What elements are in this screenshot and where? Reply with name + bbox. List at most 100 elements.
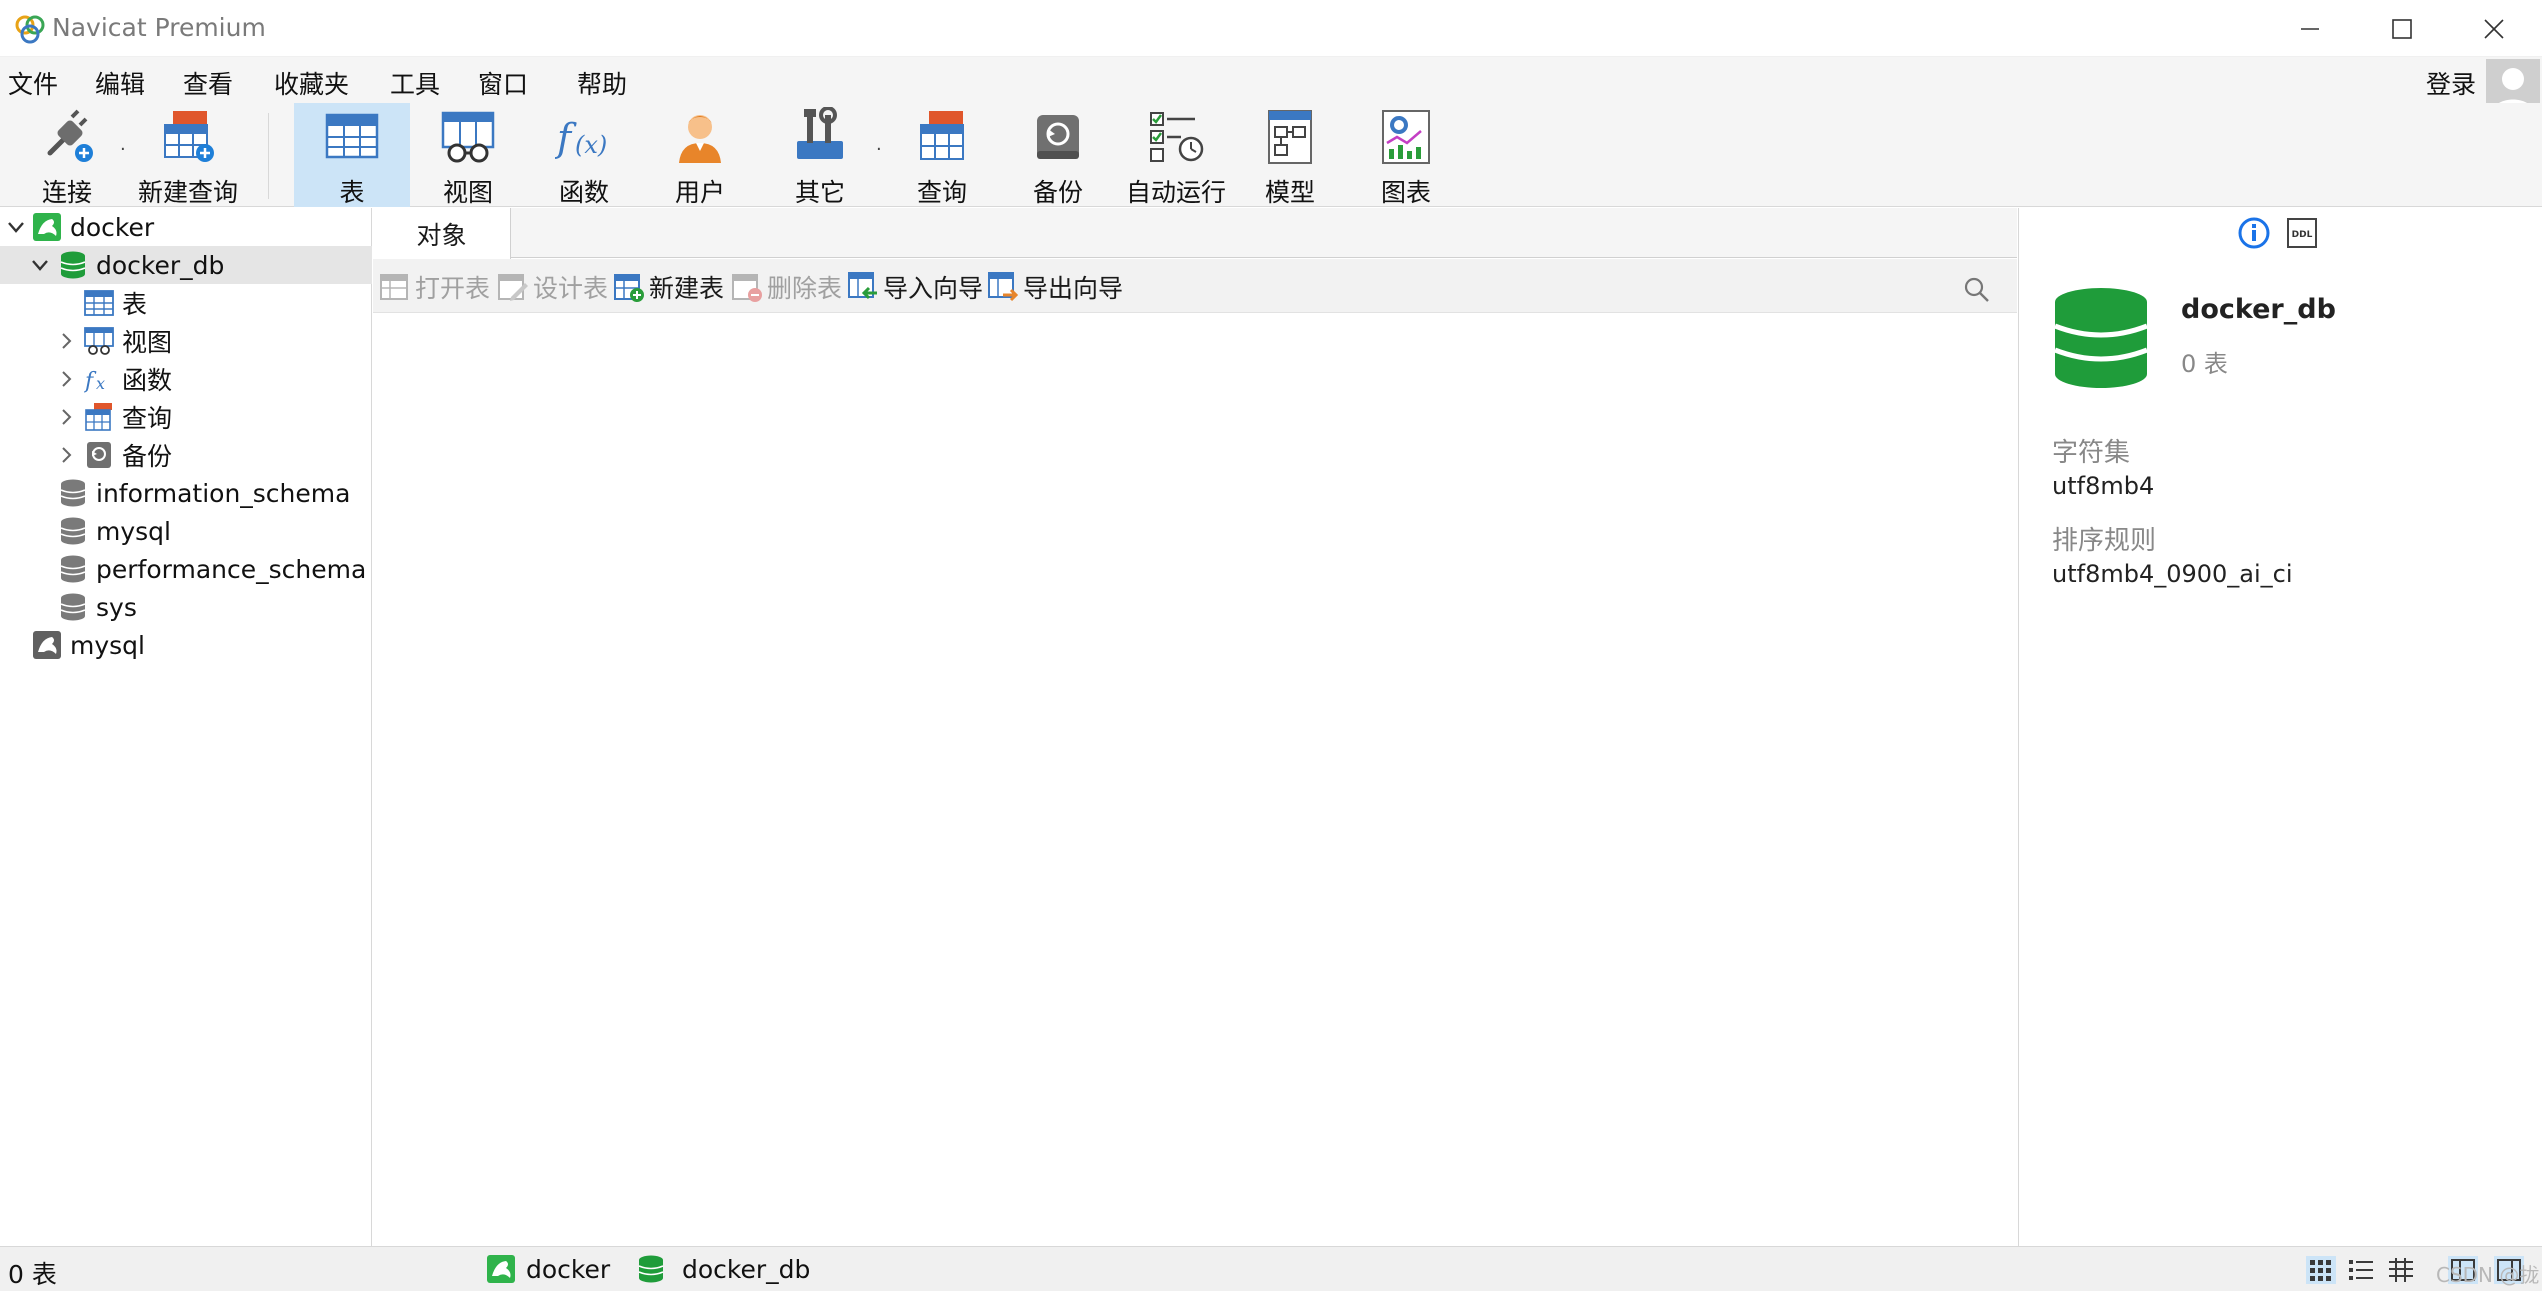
table-label: 表 [339, 178, 365, 207]
menu-window[interactable]: 窗口 [478, 65, 528, 101]
tree-connection-label: mysql [70, 630, 145, 660]
tree-database-information-schema[interactable]: information_schema [0, 474, 372, 512]
view-label: 视图 [442, 178, 493, 207]
tree-item-functions[interactable]: f x 函数 [0, 360, 372, 398]
open-table-icon [380, 274, 408, 300]
search-icon[interactable] [1963, 276, 1991, 304]
backup-icon [87, 442, 111, 468]
tree-item-label: 表 [122, 290, 148, 319]
backup-label: 备份 [1032, 178, 1083, 207]
backup-icon [1037, 115, 1079, 159]
menu-favorites[interactable]: 收藏夹 [274, 65, 349, 101]
menu-help[interactable]: 帮助 [577, 65, 627, 101]
mysql-connection-icon [33, 213, 61, 241]
open-table-label: 打开表 [415, 274, 491, 303]
new-table-button[interactable]: 新建表 [613, 269, 724, 305]
new-table-label: 新建表 [649, 274, 725, 303]
connect-dropdown-icon[interactable]: · [120, 139, 126, 160]
chart-button[interactable]: 图表 [1370, 103, 1442, 207]
other-dropdown-icon[interactable]: · [876, 139, 882, 160]
maximize-button[interactable] [2356, 0, 2448, 57]
user-button[interactable]: 用户 [664, 103, 736, 207]
query-label: 查询 [916, 178, 967, 207]
database-green-icon [60, 251, 86, 279]
tree-database-label: sys [96, 592, 137, 622]
tree-database-performance-schema[interactable]: performance_schema [0, 550, 372, 588]
close-icon [2484, 18, 2504, 39]
tree-database-label: information_schema [96, 478, 351, 508]
tree-database-mysql[interactable]: mysql [0, 512, 372, 550]
login-link[interactable]: 登录 [2426, 65, 2476, 101]
connect-button[interactable]: 连接 [28, 103, 106, 207]
tree-item-queries[interactable]: 查询 [0, 398, 372, 436]
watermark-text: CSDN @拢岚 [2436, 1263, 2540, 1287]
tree-database-docker-db[interactable]: docker_db [0, 246, 372, 284]
tree-connection-mysql[interactable]: mysql [0, 626, 372, 664]
function-button[interactable]: f (x) 函数 [548, 103, 620, 207]
new-query-button[interactable]: 新建查询 [138, 103, 238, 207]
design-table-button[interactable]: 设计表 [497, 269, 608, 305]
tools-icon [797, 107, 843, 159]
table-button[interactable]: 表 [294, 103, 410, 207]
query-icon [85, 403, 112, 431]
function-label: 函数 [558, 178, 609, 207]
delete-table-button[interactable]: 删除表 [731, 269, 842, 305]
tree-connection-label: docker [70, 212, 155, 242]
tree-database-sys[interactable]: sys [0, 588, 372, 626]
detail-view-icon[interactable] [2386, 1256, 2416, 1284]
backup-button[interactable]: 备份 [1022, 103, 1094, 207]
chevron-down-icon[interactable] [30, 255, 50, 275]
chevron-down-icon[interactable] [6, 217, 26, 237]
tree-item-label: 函数 [122, 366, 173, 395]
menu-view[interactable]: 查看 [183, 65, 233, 101]
tree-item-views[interactable]: 视图 [0, 322, 372, 360]
tree-connection-docker[interactable]: docker [0, 208, 372, 246]
view-icon [84, 327, 114, 355]
database-large-icon [2054, 288, 2148, 388]
chevron-right-icon[interactable] [56, 331, 76, 351]
status-database: docker_db [682, 1255, 811, 1284]
tree-item-label: 备份 [122, 442, 173, 471]
other-label: 其它 [794, 178, 845, 207]
object-list-area[interactable] [373, 314, 2017, 1246]
view-button[interactable]: 视图 [430, 103, 506, 207]
tree-item-tables[interactable]: 表 [0, 284, 372, 322]
export-wizard-button[interactable]: 导出向导 [987, 269, 1123, 305]
info-icon[interactable] [2237, 216, 2271, 250]
status-connection: docker [526, 1255, 611, 1284]
design-table-icon [498, 274, 528, 301]
menu-tools[interactable]: 工具 [390, 65, 440, 101]
tab-objects[interactable]: 对象 [373, 208, 511, 259]
database-gray-icon [60, 555, 86, 583]
close-button[interactable] [2448, 0, 2540, 57]
user-icon [679, 115, 721, 163]
import-wizard-button[interactable]: 导入向导 [847, 269, 983, 305]
plug-icon [47, 109, 93, 162]
svg-text:x: x [96, 374, 105, 393]
menu-bar: 文件 编辑 查看 收藏夹 工具 窗口 帮助 登录 [0, 57, 2542, 103]
menu-file[interactable]: 文件 [8, 65, 58, 101]
charset-value: utf8mb4 [2052, 472, 2155, 500]
list-view-icon[interactable] [2346, 1256, 2376, 1284]
title-bar: Navicat Premium [0, 0, 2542, 57]
other-button[interactable]: 其它 [784, 103, 856, 207]
query-button[interactable]: 查询 [906, 103, 978, 207]
chevron-right-icon[interactable] [56, 369, 76, 389]
mysql-connection-icon [487, 1255, 515, 1283]
info-table-count: 0 表 [2181, 350, 2228, 378]
auto-run-button[interactable]: 自动运行 [1126, 103, 1226, 207]
table-icon [325, 113, 379, 159]
open-table-button[interactable]: 打开表 [379, 269, 490, 305]
menu-edit[interactable]: 编辑 [95, 65, 145, 101]
minimize-button[interactable] [2264, 0, 2356, 57]
info-panel: DDL docker_db 0 表 字符集 utf8mb4 排序规则 utf8m… [2018, 208, 2542, 1246]
model-icon [1268, 110, 1312, 164]
grid-view-icon[interactable] [2306, 1256, 2336, 1284]
ddl-icon[interactable]: DDL [2285, 216, 2319, 250]
info-db-name: docker_db [2181, 294, 2336, 325]
chevron-right-icon[interactable] [56, 445, 76, 465]
chevron-right-icon[interactable] [56, 407, 76, 427]
model-button[interactable]: 模型 [1254, 103, 1326, 207]
toolbar-separator [268, 113, 269, 199]
tree-item-backups[interactable]: 备份 [0, 436, 372, 474]
